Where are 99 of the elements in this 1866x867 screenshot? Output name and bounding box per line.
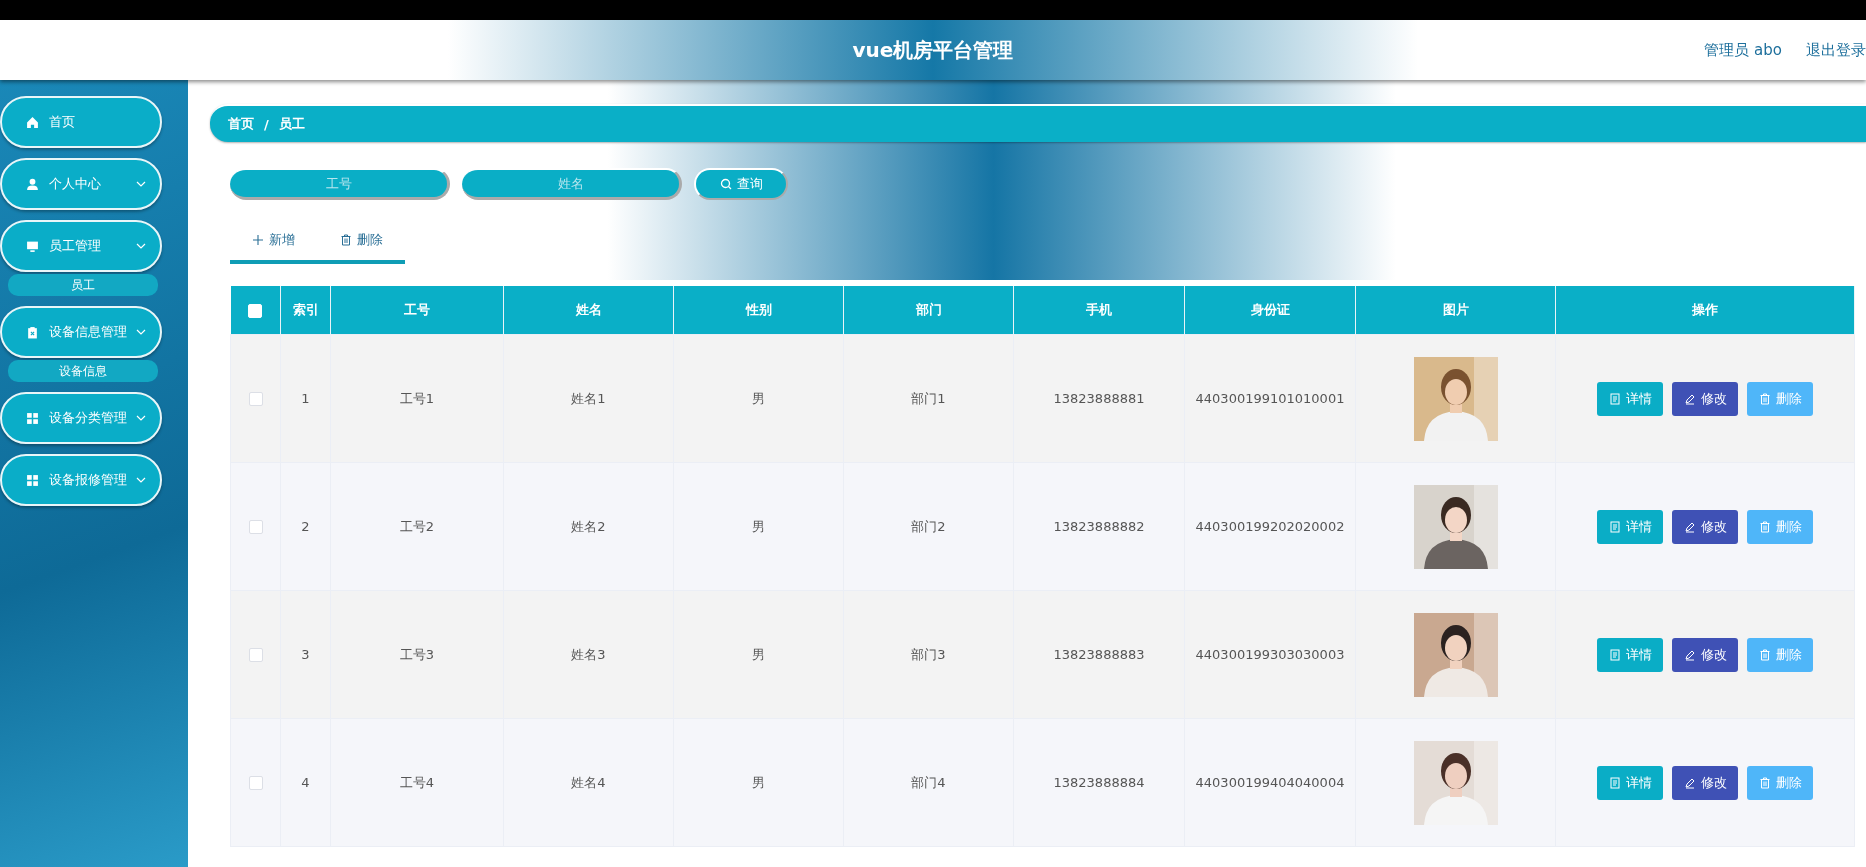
app-title: vue机房平台管理 (852, 36, 1014, 64)
table-cell: 440300199101010001 (1184, 334, 1356, 463)
table-cell: 440300199202020002 (1184, 462, 1356, 591)
select-all-checkbox[interactable] (248, 303, 263, 318)
search-icon (719, 178, 732, 190)
row-checkbox[interactable] (248, 392, 263, 407)
document-icon (1608, 648, 1621, 661)
column-header: 部门 (843, 286, 1014, 335)
column-header: 工号 (330, 286, 504, 335)
table-cell: 2 (280, 462, 331, 591)
detail-button[interactable]: 详情 (1597, 381, 1663, 416)
delete-button[interactable]: 删除 (1747, 381, 1813, 416)
column-header: 索引 (280, 286, 331, 335)
row-checkbox[interactable] (248, 648, 263, 663)
trash-icon (339, 234, 352, 246)
column-header: 图片 (1355, 286, 1556, 335)
submenu-item[interactable]: 员工 (8, 274, 158, 296)
detail-button[interactable]: 详情 (1597, 509, 1663, 544)
column-header: 操作 (1555, 286, 1855, 335)
search-field[interactable]: 工号 (230, 168, 450, 200)
trash-icon (1758, 520, 1771, 533)
chevron-icon (136, 477, 146, 483)
submenu-item[interactable]: 设备信息 (8, 360, 158, 382)
row-checkbox[interactable] (248, 520, 263, 535)
grid-icon (26, 473, 39, 487)
delete-button[interactable]: 删除 (1747, 765, 1813, 800)
add-button[interactable]: 新增 (230, 230, 318, 250)
table-cell: 工号4 (330, 718, 504, 847)
search-button[interactable]: 查询 (694, 168, 788, 200)
row-checkbox[interactable] (248, 776, 263, 791)
pencil-icon (1683, 392, 1696, 405)
table-cell: 工号2 (330, 462, 504, 591)
search-field[interactable]: 姓名 (462, 168, 682, 200)
column-header: 性别 (673, 286, 844, 335)
home-icon (26, 115, 39, 129)
user-icon (26, 177, 39, 191)
pencil-icon (1683, 648, 1696, 661)
menu-item[interactable]: 员工管理 (0, 220, 162, 272)
logout-link[interactable]: 退出登录 (1806, 40, 1866, 60)
detail-button[interactable]: 详情 (1597, 637, 1663, 672)
plus-icon (252, 234, 265, 246)
menu-item[interactable]: 首页 (0, 96, 162, 148)
clipboard-icon (26, 325, 39, 339)
table-cell: 3 (280, 590, 331, 719)
table-cell: 部门3 (843, 590, 1014, 719)
delete-button[interactable]: 删除 (1747, 637, 1813, 672)
table-cell: 13823888881 (1013, 334, 1185, 463)
table-cell: 男 (673, 590, 844, 719)
table-cell: 13823888884 (1013, 718, 1185, 847)
detail-button[interactable]: 详情 (1597, 765, 1663, 800)
edit-button[interactable]: 修改 (1672, 509, 1738, 544)
chevron-icon (136, 415, 146, 421)
table-cell: 姓名3 (503, 590, 674, 719)
edit-button[interactable]: 修改 (1672, 381, 1738, 416)
menu-item[interactable]: 设备信息管理 (0, 306, 162, 358)
table-cell: 4 (280, 718, 331, 847)
grid-icon (26, 411, 39, 425)
trash-icon (1758, 648, 1771, 661)
table-cell: 部门4 (843, 718, 1014, 847)
menu-item[interactable]: 个人中心 (0, 158, 162, 210)
table-cell: 工号1 (330, 334, 504, 463)
table-cell: 男 (673, 462, 844, 591)
pencil-icon (1683, 520, 1696, 533)
breadcrumb-item[interactable]: 员工 (278, 115, 305, 133)
delete-button[interactable]: 删除 (317, 230, 405, 250)
table-cell: 440300199303030003 (1184, 590, 1356, 719)
chevron-icon (136, 181, 146, 187)
chevron-icon (136, 329, 146, 335)
column-header: 手机 (1013, 286, 1185, 335)
menu-item[interactable]: 设备报修管理 (0, 454, 162, 506)
table-cell: 姓名4 (503, 718, 674, 847)
table-cell: 440300199404040004 (1184, 718, 1356, 847)
table-cell: 男 (673, 718, 844, 847)
table-cell: 1 (280, 334, 331, 463)
trash-icon (1758, 776, 1771, 789)
table-cell: 男 (673, 334, 844, 463)
table-cell: 部门1 (843, 334, 1014, 463)
table-cell: 部门2 (843, 462, 1014, 591)
breadcrumb-separator: / (264, 116, 269, 132)
chevron-icon (136, 243, 146, 249)
monitor-icon (26, 239, 39, 253)
table-cell: 13823888883 (1013, 590, 1185, 719)
table-cell: 13823888882 (1013, 462, 1185, 591)
menu-item[interactable]: 设备分类管理 (0, 392, 162, 444)
breadcrumb-item[interactable]: 首页 (228, 115, 254, 133)
document-icon (1608, 776, 1621, 789)
edit-button[interactable]: 修改 (1672, 637, 1738, 672)
edit-button[interactable]: 修改 (1672, 765, 1738, 800)
table-cell: 姓名1 (503, 334, 674, 463)
user-link[interactable]: 管理员 abo (1704, 40, 1782, 60)
pencil-icon (1683, 776, 1696, 789)
table-cell: 工号3 (330, 590, 504, 719)
delete-button[interactable]: 删除 (1747, 509, 1813, 544)
table-cell: 姓名2 (503, 462, 674, 591)
document-icon (1608, 520, 1621, 533)
document-icon (1608, 392, 1621, 405)
trash-icon (1758, 392, 1771, 405)
column-header: 姓名 (503, 286, 674, 335)
column-header: 身份证 (1184, 286, 1356, 335)
